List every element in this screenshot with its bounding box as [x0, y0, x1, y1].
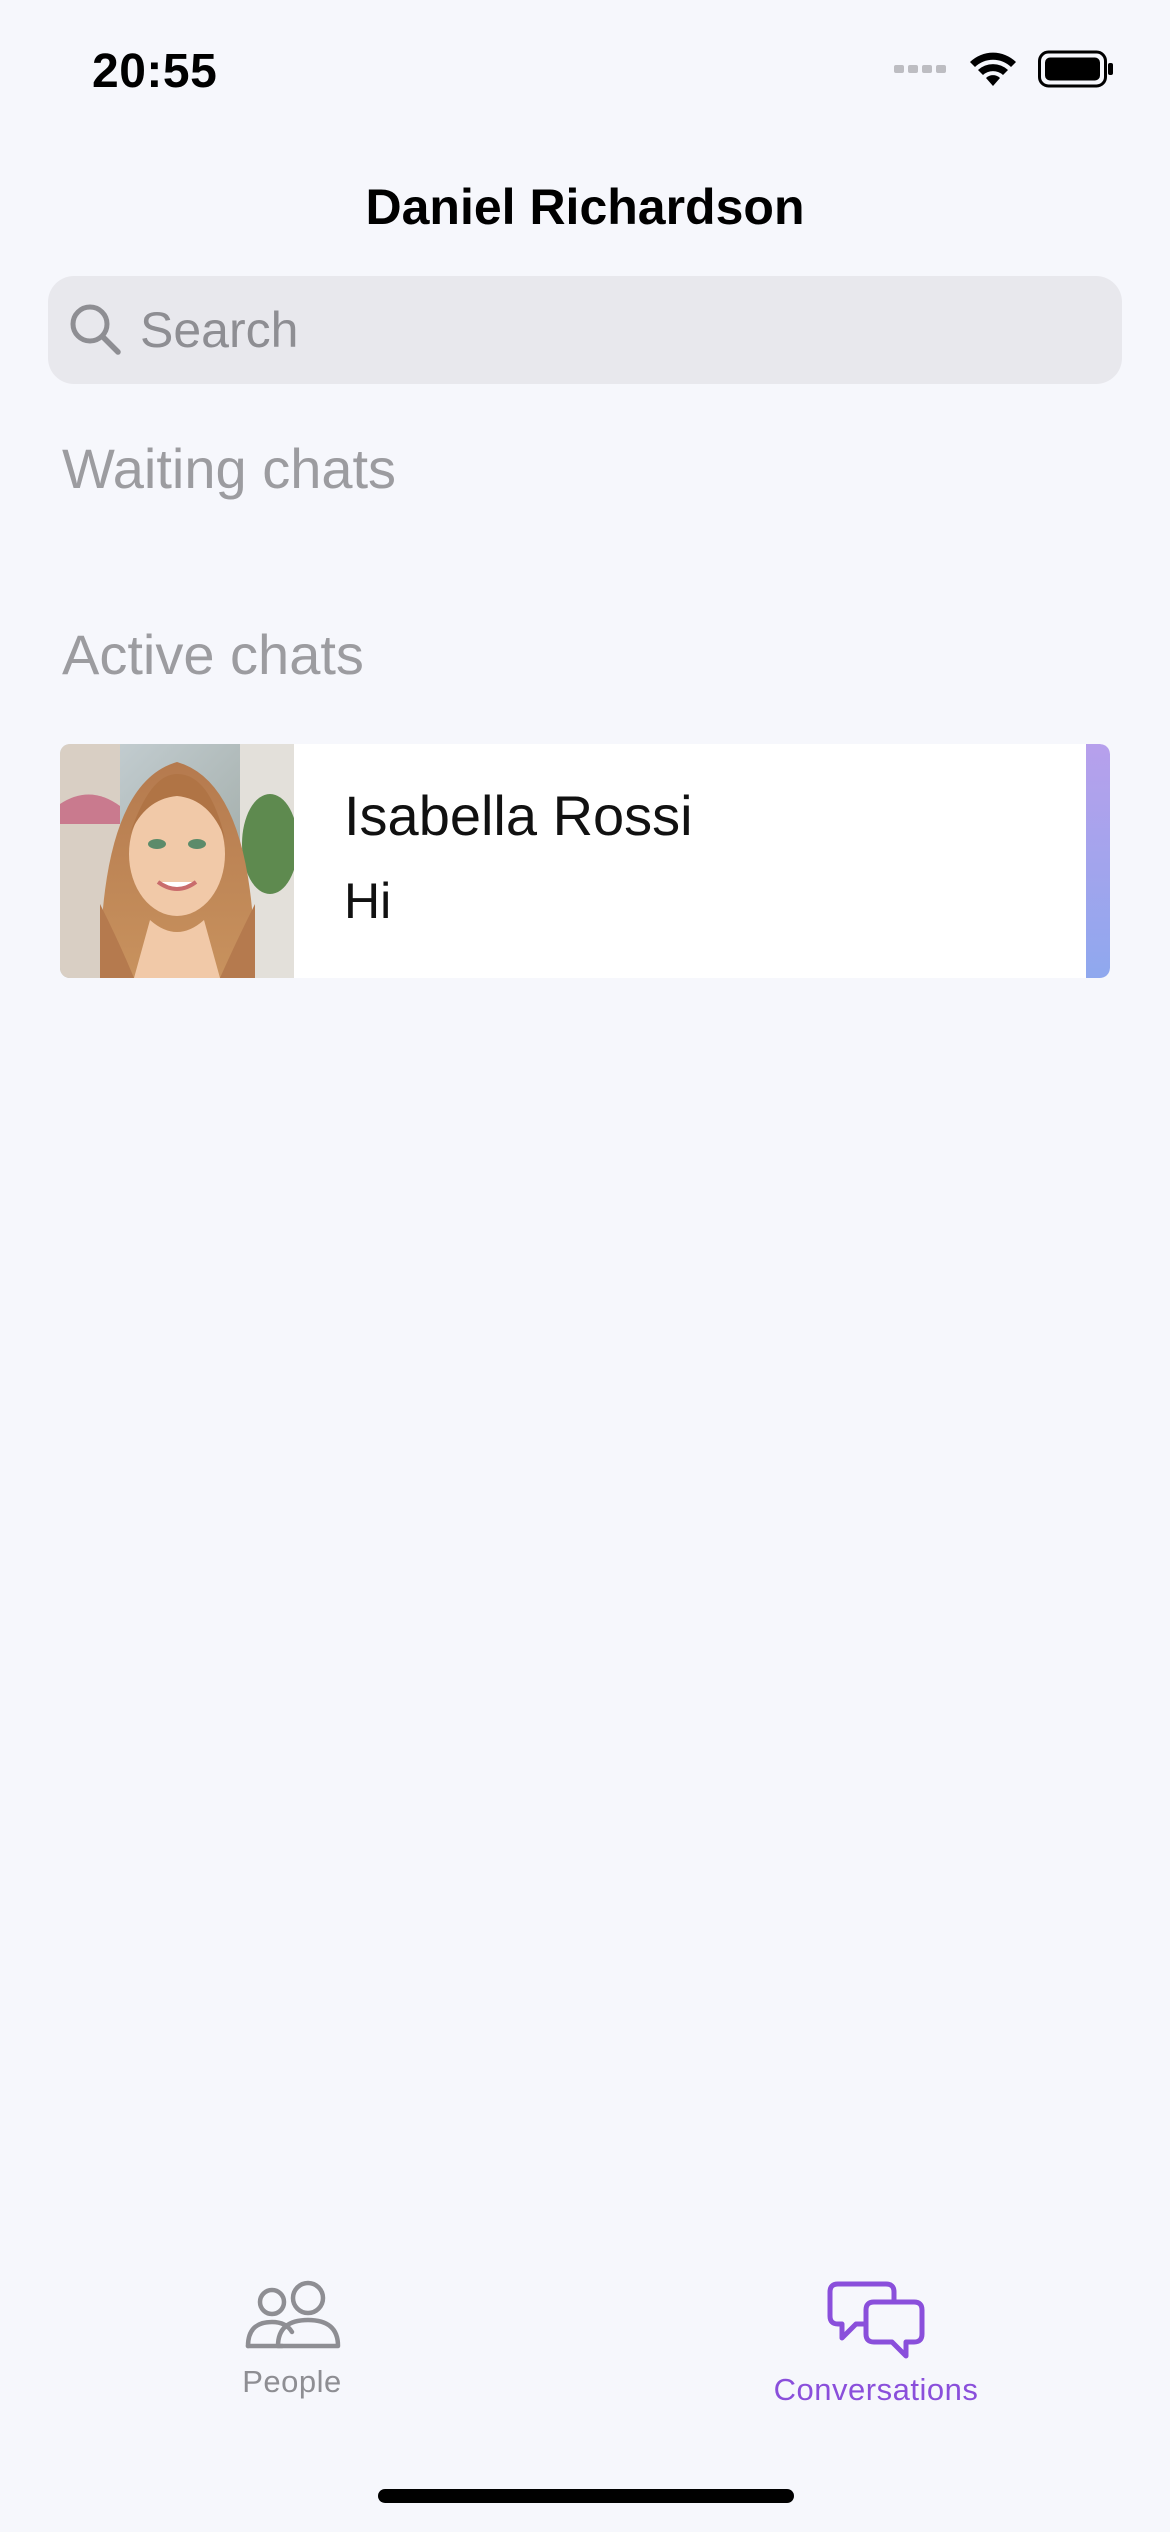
avatar [60, 744, 294, 978]
page-title: Daniel Richardson [365, 179, 805, 235]
battery-icon [1038, 50, 1113, 88]
tab-people[interactable]: People [92, 2280, 492, 2400]
status-bar: 20:55 [0, 0, 1170, 140]
search-input[interactable] [140, 301, 1040, 359]
active-chats-heading: Active chats [62, 623, 364, 686]
chat-accent-bar [1086, 744, 1110, 978]
status-icons [894, 50, 1114, 88]
tab-conversations[interactable]: Conversations [676, 2280, 1076, 2408]
search-icon [70, 304, 121, 355]
chat-contact-name: Isabella Rossi [344, 784, 693, 847]
tab-people-label: People [242, 2364, 342, 2399]
signal-icon [894, 65, 946, 73]
status-time: 20:55 [92, 45, 218, 98]
chat-text: Isabella Rossi Hi [294, 744, 1110, 978]
home-indicator[interactable] [378, 2489, 794, 2503]
tab-bar: People Conversations [0, 2280, 1170, 2440]
conversations-icon [827, 2281, 925, 2359]
people-icon [245, 2280, 341, 2349]
tab-conversations-label: Conversations [773, 2372, 979, 2407]
chat-list-item[interactable]: Isabella Rossi Hi [60, 744, 1110, 978]
waiting-chats-heading: Waiting chats [62, 437, 397, 500]
wifi-icon [970, 52, 1016, 86]
search-bar[interactable] [48, 276, 1122, 384]
chat-last-message: Hi [344, 873, 392, 929]
